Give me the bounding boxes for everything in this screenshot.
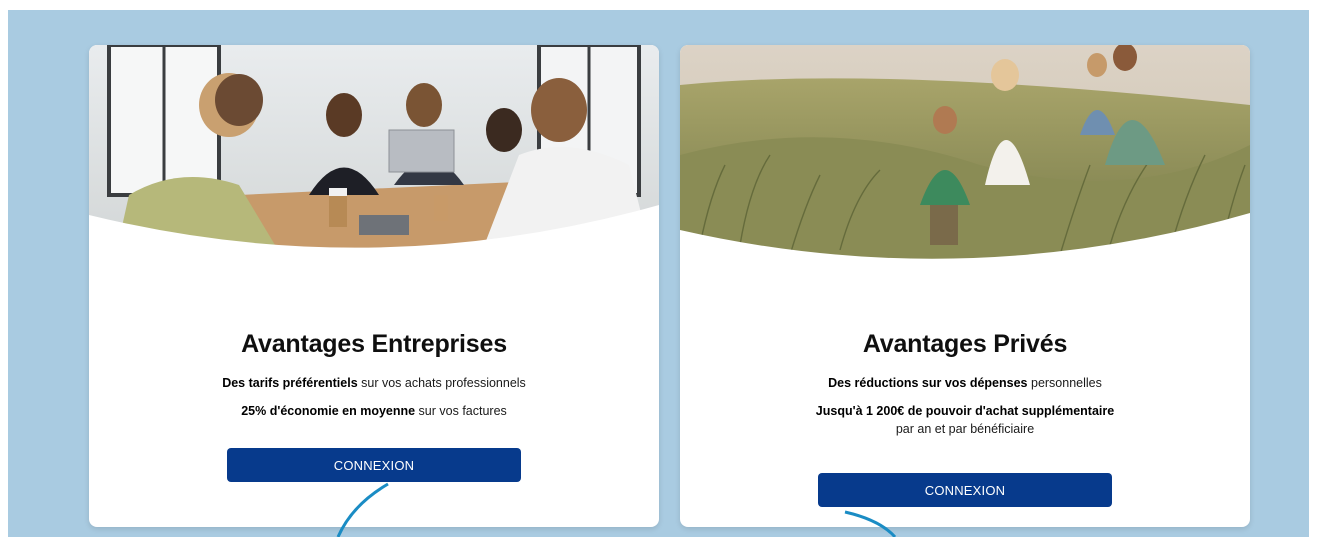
benefit-line-2: 25% d'économie en moyenne sur vos factur… — [89, 403, 659, 419]
card-title: Avantages Privés — [862, 330, 1068, 358]
benefit-line-2-bold: 25% d'économie en moyenne — [241, 404, 416, 418]
page: Avantages Entreprises Des tarifs préfére… — [0, 0, 1317, 537]
enterprise-content: Avantages Entreprises Des tarifs préfére… — [89, 285, 659, 482]
benefit-line-1-rest: personnelles — [1027, 376, 1102, 390]
benefit-line-1-bold: Des réductions sur vos dépenses — [828, 376, 1028, 390]
card-title: Avantages Entreprises — [241, 330, 507, 358]
benefit-line-1: Des réductions sur vos dépenses personne… — [680, 375, 1250, 391]
office-meeting-photo — [89, 45, 659, 285]
card-private: Avantages Privés Des réductions sur vos … — [680, 45, 1250, 527]
frame-top — [0, 0, 1317, 10]
benefit-line-1: Des tarifs préférentiels sur vos achats … — [89, 375, 659, 391]
benefit-line-3: par an et par bénéficiaire — [895, 422, 1035, 436]
benefit-line-1-bold: Des tarifs préférentiels — [222, 376, 358, 390]
benefit-line-2-rest: sur vos factures — [415, 404, 507, 418]
benefit-line-2: Jusqu'à 1 200€ de pouvoir d'achat supplé… — [680, 403, 1250, 419]
card-enterprise: Avantages Entreprises Des tarifs préfére… — [89, 45, 659, 527]
enterprise-connexion-button[interactable]: CONNEXION — [227, 448, 521, 482]
frame-left — [0, 0, 8, 537]
private-content: Avantages Privés Des réductions sur vos … — [680, 285, 1250, 507]
frame-right — [1309, 0, 1317, 537]
benefit-line-1-rest: sur vos achats professionnels — [357, 376, 526, 390]
benefit-line-2-bold: Jusqu'à 1 200€ de pouvoir d'achat supplé… — [815, 404, 1115, 418]
family-dunes-photo — [680, 45, 1250, 285]
private-connexion-button[interactable]: CONNEXION — [818, 473, 1112, 507]
